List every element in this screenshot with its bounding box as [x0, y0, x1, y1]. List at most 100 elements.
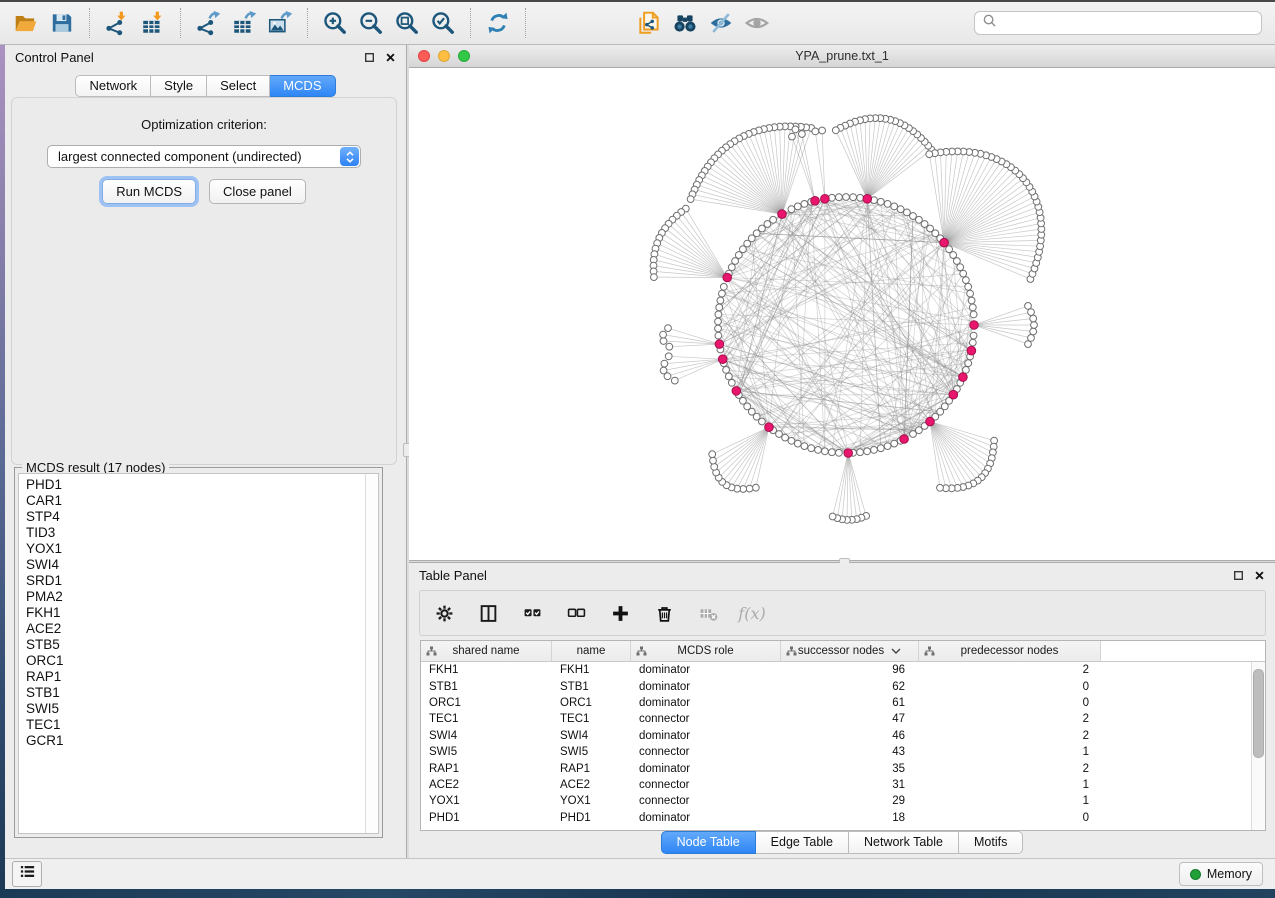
network-node[interactable]	[782, 434, 789, 441]
network-node[interactable]	[970, 332, 977, 339]
network-node[interactable]	[794, 440, 801, 447]
search-input[interactable]	[1002, 15, 1254, 31]
mcds-result-item[interactable]: ACE2	[26, 621, 378, 637]
network-node[interactable]	[968, 297, 975, 304]
network-node[interactable]	[967, 290, 974, 297]
network-node[interactable]	[815, 447, 822, 454]
find-icon[interactable]	[670, 7, 700, 39]
delete-icon[interactable]	[652, 601, 676, 625]
table-row[interactable]: ORC1ORC1dominator610	[421, 695, 1265, 711]
mcds-node[interactable]	[811, 197, 820, 206]
network-node[interactable]	[891, 440, 898, 447]
table-row[interactable]: RAP1RAP1dominator352	[421, 760, 1265, 776]
close-window-icon[interactable]	[418, 50, 430, 62]
optimization-criterion-select[interactable]: largest connected component (undirected)	[47, 145, 361, 168]
network-node[interactable]	[665, 325, 672, 332]
mcds-node[interactable]	[959, 373, 968, 382]
network-canvas[interactable]	[409, 67, 1275, 560]
network-node[interactable]	[1030, 315, 1037, 322]
minimize-window-icon[interactable]	[438, 50, 450, 62]
network-node[interactable]	[725, 373, 732, 380]
mcds-result-item[interactable]: RAP1	[26, 669, 378, 685]
network-node[interactable]	[864, 448, 871, 455]
table-row[interactable]: TEC1TEC1connector472	[421, 711, 1265, 727]
clone-network-icon[interactable]	[634, 7, 664, 39]
export-network-icon[interactable]	[193, 7, 223, 39]
network-node[interactable]	[1028, 335, 1035, 342]
network-node[interactable]	[836, 194, 843, 201]
tab-edge-table[interactable]: Edge Table	[756, 831, 849, 854]
network-node[interactable]	[857, 449, 864, 456]
network-node[interactable]	[801, 201, 808, 208]
mcds-result-item[interactable]: YOX1	[26, 541, 378, 557]
network-node[interactable]	[1031, 322, 1038, 329]
mcds-node[interactable]	[940, 238, 949, 247]
network-node[interactable]	[671, 377, 678, 384]
settings-gear-icon[interactable]	[432, 601, 456, 625]
network-node[interactable]	[752, 484, 759, 491]
import-table-icon[interactable]	[138, 7, 168, 39]
mcds-list-scrollbar[interactable]	[365, 474, 378, 833]
mcds-result-item[interactable]: PMA2	[26, 589, 378, 605]
open-file-icon[interactable]	[11, 7, 41, 39]
mcds-node[interactable]	[967, 346, 976, 355]
network-node[interactable]	[957, 264, 964, 271]
zoom-out-icon[interactable]	[356, 7, 386, 39]
mcds-result-item[interactable]: ORC1	[26, 653, 378, 669]
network-node[interactable]	[788, 437, 795, 444]
network-node[interactable]	[897, 206, 904, 213]
export-image-icon[interactable]	[265, 7, 295, 39]
import-network-icon[interactable]	[102, 7, 132, 39]
refresh-icon[interactable]	[483, 7, 513, 39]
table-row[interactable]: SWI5SWI5connector431	[421, 744, 1265, 760]
show-columns-icon[interactable]	[476, 601, 500, 625]
mcds-node[interactable]	[970, 321, 979, 330]
close-panel-icon[interactable]	[1253, 569, 1265, 581]
tab-style[interactable]: Style	[151, 75, 207, 97]
close-panel-button[interactable]: Close panel	[209, 179, 306, 204]
network-node[interactable]	[788, 206, 795, 213]
network-node[interactable]	[710, 457, 717, 464]
network-node[interactable]	[850, 194, 857, 201]
network-node[interactable]	[1030, 328, 1037, 335]
network-node[interactable]	[746, 485, 753, 492]
mcds-result-list[interactable]: PHD1CAR1STP4TID3YOX1SWI4SRD1PMA2FKH1ACE2…	[18, 473, 379, 834]
float-window-icon[interactable]	[363, 51, 375, 63]
mcds-result-item[interactable]: STB1	[26, 685, 378, 701]
network-node[interactable]	[711, 463, 718, 470]
table-row[interactable]: ACE2ACE2connector311	[421, 777, 1265, 793]
mcds-result-item[interactable]: CAR1	[26, 493, 378, 509]
network-node[interactable]	[792, 126, 799, 133]
network-node[interactable]	[836, 449, 843, 456]
table-row[interactable]: YOX1YOX1connector291	[421, 793, 1265, 809]
network-node[interactable]	[829, 513, 836, 520]
network-node[interactable]	[1025, 303, 1032, 310]
mcds-result-item[interactable]: SWI4	[26, 557, 378, 573]
network-node[interactable]	[963, 277, 970, 284]
network-node[interactable]	[687, 196, 694, 203]
network-node[interactable]	[799, 131, 806, 138]
mcds-node[interactable]	[949, 390, 958, 399]
network-node[interactable]	[651, 274, 658, 281]
mcds-node[interactable]	[844, 449, 853, 458]
tab-select[interactable]: Select	[207, 75, 270, 97]
zoom-selected-icon[interactable]	[428, 7, 458, 39]
table-row[interactable]: STB1STB1dominator620	[421, 678, 1265, 694]
network-node[interactable]	[877, 445, 884, 452]
zoom-window-icon[interactable]	[458, 50, 470, 62]
run-mcds-button[interactable]: Run MCDS	[102, 179, 196, 204]
network-node[interactable]	[716, 304, 723, 311]
network-node[interactable]	[709, 451, 716, 458]
tab-mcds[interactable]: MCDS	[270, 75, 335, 97]
network-node[interactable]	[719, 290, 726, 297]
column-header-name[interactable]: name	[552, 641, 631, 662]
network-node[interactable]	[904, 209, 911, 216]
network-node[interactable]	[965, 360, 972, 367]
hide-details-icon[interactable]	[706, 7, 736, 39]
scrollbar-thumb[interactable]	[1253, 669, 1264, 758]
network-node[interactable]	[720, 283, 727, 290]
table-row[interactable]: SWI4SWI4dominator462	[421, 728, 1265, 744]
select-all-icon[interactable]	[520, 601, 544, 625]
zoom-in-icon[interactable]	[320, 7, 350, 39]
network-node[interactable]	[960, 270, 967, 277]
